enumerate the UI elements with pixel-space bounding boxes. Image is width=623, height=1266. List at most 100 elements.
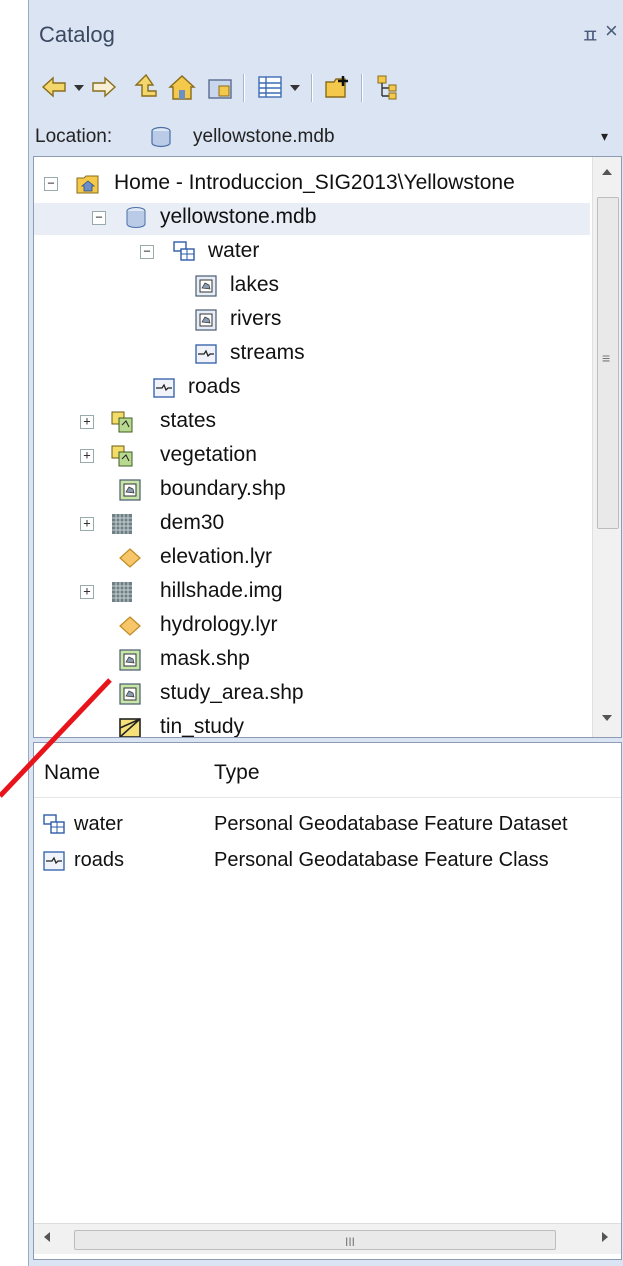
back-dropdown-icon[interactable] — [71, 72, 87, 102]
line-feature-class-icon — [194, 342, 218, 366]
scroll-up-icon[interactable] — [601, 167, 613, 177]
expand-icon[interactable]: + — [80, 415, 94, 429]
tree-item[interactable]: + states — [34, 407, 590, 439]
contents-list: Name Type water Personal Geodatabase Feat… — [33, 742, 622, 1260]
geodatabase-icon — [124, 206, 148, 230]
scroll-down-icon[interactable] — [601, 713, 613, 723]
collapse-icon[interactable]: − — [92, 211, 106, 225]
scroll-thumb[interactable]: III — [74, 1230, 556, 1250]
toolbar — [29, 62, 623, 116]
tree-item-label: states — [160, 409, 217, 432]
list-item[interactable]: water Personal Geodatabase Feature Datase… — [34, 809, 621, 841]
tree-item[interactable]: + vegetation — [34, 441, 590, 473]
tree-item-label: hydrology.lyr — [160, 613, 278, 636]
tree-item-label: elevation.lyr — [160, 545, 273, 568]
geodatabase-icon — [151, 126, 171, 148]
tree-item-label: rivers — [230, 307, 282, 330]
close-icon[interactable]: × — [605, 18, 618, 44]
scroll-grip-icon: III — [345, 1235, 356, 1249]
tree-item[interactable]: − yellowstone.mdb — [34, 203, 590, 235]
catalog-tree[interactable]: − Home - Introduccion_SIG2013\Yellowstone… — [33, 156, 622, 738]
tree-item[interactable]: + dem30 — [34, 509, 590, 541]
home-folder-icon — [76, 172, 100, 196]
scroll-grip-icon: ≡ — [602, 350, 611, 366]
tree-item[interactable]: streams — [34, 339, 590, 371]
coverage-icon — [110, 410, 134, 434]
polygon-shapefile-icon — [118, 478, 142, 502]
list-item-type: Personal Geodatabase Feature Class — [214, 849, 549, 871]
toolbar-separator — [311, 74, 313, 102]
list-item[interactable]: roads Personal Geodatabase Feature Class — [34, 845, 621, 877]
toolbar-separator — [243, 74, 245, 102]
tree-item[interactable]: mask.shp — [34, 645, 590, 677]
collapse-icon[interactable]: − — [140, 245, 154, 259]
feature-dataset-icon — [172, 240, 196, 264]
list-horizontal-scrollbar[interactable]: III — [34, 1223, 621, 1254]
scroll-left-icon[interactable] — [42, 1231, 52, 1243]
tree-item-label: boundary.shp — [160, 477, 286, 500]
tree-item[interactable]: − Home - Introduccion_SIG2013\Yellowstone — [34, 169, 590, 201]
tree-item-label: hillshade.img — [160, 579, 283, 602]
tree-item[interactable]: boundary.shp — [34, 475, 590, 507]
list-item-type: Personal Geodatabase Feature Dataset — [214, 813, 568, 835]
tin-icon — [118, 716, 142, 737]
tree-view-icon[interactable] — [373, 72, 403, 102]
line-feature-class-icon — [42, 849, 66, 878]
line-feature-class-icon — [152, 376, 176, 400]
forward-arrow-icon[interactable] — [89, 72, 119, 102]
tree-item-label: water — [208, 239, 260, 262]
polygon-shapefile-icon — [118, 648, 142, 672]
location-label: Location: — [35, 126, 113, 147]
tree-item-label: Home - Introduccion_SIG2013\Yellowstone — [114, 171, 515, 194]
back-arrow-icon[interactable] — [39, 72, 69, 102]
tree-item-label: roads — [188, 375, 241, 398]
column-header-type[interactable]: Type — [214, 761, 260, 785]
polygon-feature-class-icon — [194, 274, 218, 298]
tree-item[interactable]: hydrology.lyr — [34, 611, 590, 643]
connect-folder-icon[interactable] — [205, 72, 235, 102]
up-one-level-icon[interactable] — [131, 72, 161, 102]
tree-item[interactable]: lakes — [34, 271, 590, 303]
tree-item[interactable]: + hillshade.img — [34, 577, 590, 609]
tree-item[interactable]: − water — [34, 237, 590, 269]
title-bar: Catalog ㅍ × — [29, 0, 623, 60]
tree-item[interactable]: elevation.lyr — [34, 543, 590, 575]
column-header-name[interactable]: Name — [44, 761, 100, 785]
window-title: Catalog — [39, 22, 115, 47]
location-value: yellowstone.mdb — [193, 126, 335, 147]
tree-item[interactable]: tin_study — [34, 713, 590, 738]
layer-file-icon — [118, 614, 142, 638]
polygon-shapefile-icon — [118, 682, 142, 706]
raster-icon — [110, 580, 134, 604]
tree-item[interactable]: roads — [34, 373, 590, 405]
scroll-right-icon[interactable] — [600, 1231, 610, 1243]
coverage-icon — [110, 444, 134, 468]
tree-item-label: tin_study — [160, 715, 245, 738]
expand-icon[interactable]: + — [80, 585, 94, 599]
home-folder-icon[interactable] — [167, 72, 197, 102]
location-combobox[interactable]: yellowstone.mdb ▾ — [141, 122, 621, 152]
raster-icon — [110, 512, 134, 536]
tree-item-label: mask.shp — [160, 647, 250, 670]
expand-icon[interactable]: + — [80, 517, 94, 531]
toolbar-separator — [361, 74, 363, 102]
tree-vertical-scrollbar[interactable]: ≡ — [592, 157, 621, 737]
tree-item[interactable]: study_area.shp — [34, 679, 590, 711]
tree-item-label: streams — [230, 341, 305, 364]
tree-item-label: yellowstone.mdb — [160, 205, 317, 228]
scroll-thumb[interactable]: ≡ — [597, 197, 619, 529]
view-options-icon[interactable] — [255, 72, 285, 102]
add-data-icon[interactable] — [323, 72, 353, 102]
catalog-window: Catalog ㅍ × Location: yellowstone.mdb ▾ … — [28, 0, 623, 1266]
list-item-name: water — [74, 813, 123, 835]
feature-dataset-icon — [42, 813, 66, 842]
header-divider — [34, 797, 621, 798]
tree-item-label: dem30 — [160, 511, 225, 534]
view-dropdown-icon[interactable] — [287, 72, 303, 102]
collapse-icon[interactable]: − — [44, 177, 58, 191]
polygon-feature-class-icon — [194, 308, 218, 332]
tree-item[interactable]: rivers — [34, 305, 590, 337]
expand-icon[interactable]: + — [80, 449, 94, 463]
pin-icon[interactable]: ㅍ — [581, 20, 599, 49]
location-dropdown-icon[interactable]: ▾ — [601, 128, 608, 145]
